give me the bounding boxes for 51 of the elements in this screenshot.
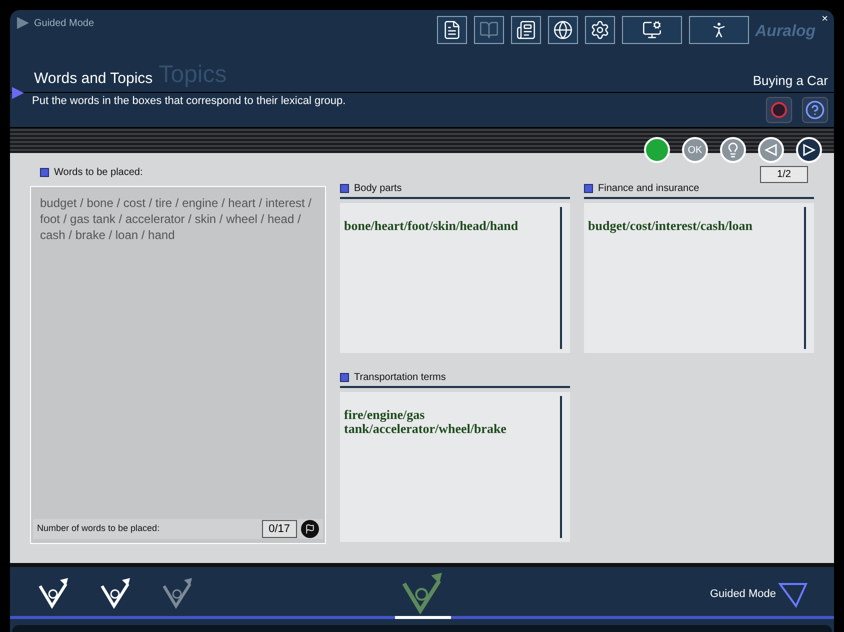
newspaper-icon [516,20,536,40]
counter-label: Number of words to be placed: [37,522,160,536]
triangle-icon [12,87,24,99]
book-icon [479,20,500,40]
group-words: fire/engine/gas tank/accelerator/wheel/brake [344,408,508,436]
document-icon [442,20,462,40]
help-icon [805,100,825,120]
brand-logo: Auralog [755,22,816,42]
page-indicator: 1/2 [760,166,808,183]
toolbar-button[interactable] [548,16,578,44]
words-panel-label: Words to be placed: [54,166,143,180]
monitor-icon [642,20,662,40]
group-drop-box[interactable]: bone/heart/foot/skin/head/hand [340,203,570,353]
activity-title: Words and Topics [34,68,153,88]
group-drop-box[interactable]: budget/cost/interest/cash/loan [584,203,814,353]
window-title: Guided Mode [34,17,94,31]
previous-button[interactable] [758,137,784,163]
square-bullet-icon [584,184,593,193]
globe-icon [553,20,574,40]
mode-label: Guided Mode [710,587,776,602]
record-button[interactable] [766,97,792,123]
close-button[interactable]: × [822,14,828,25]
square-bullet-icon [340,184,349,193]
hint-button[interactable] [720,137,746,163]
lesson-title: Buying a Car [752,72,828,90]
flag-icon [305,524,315,534]
square-bullet-icon [40,168,49,177]
triangle-icon [16,16,30,30]
left-triangle-icon [764,143,778,157]
group-words: budget/cost/interest/cash/loan [588,219,754,233]
right-triangle-icon [802,143,816,157]
group-drop-box[interactable]: fire/engine/gas tank/accelerator/wheel/brake [340,392,570,542]
instruction-text: Put the words in the boxes that correspond to their lexical group. [32,94,346,109]
square-bullet-icon [340,372,349,382]
nav-tool-button[interactable] [392,570,453,619]
record-icon [770,101,788,119]
help-button[interactable] [802,97,828,123]
toolbar-button[interactable] [437,16,468,44]
settings-icon [590,20,610,40]
words-list: budget / bone / cost / tire / engine / heart / interest / foot / gas tank / accelerator / skin / wheel / head / cash / brake / loan / hand [40,195,316,243]
toolbar-button[interactable] [689,16,750,44]
group-title: Transportation terms [354,370,446,384]
counter-value: 0/17 [262,520,297,538]
next-button[interactable] [796,137,822,163]
group-words: bone/heart/foot/skin/head/hand [344,219,520,233]
toolbar-button[interactable] [511,16,542,44]
triangle-icon [778,582,808,608]
group-title: Finance and insurance [598,182,700,196]
toolbar-button[interactable] [622,16,682,44]
toolbar-button[interactable] [585,16,616,44]
group-title: Body parts [354,182,402,196]
